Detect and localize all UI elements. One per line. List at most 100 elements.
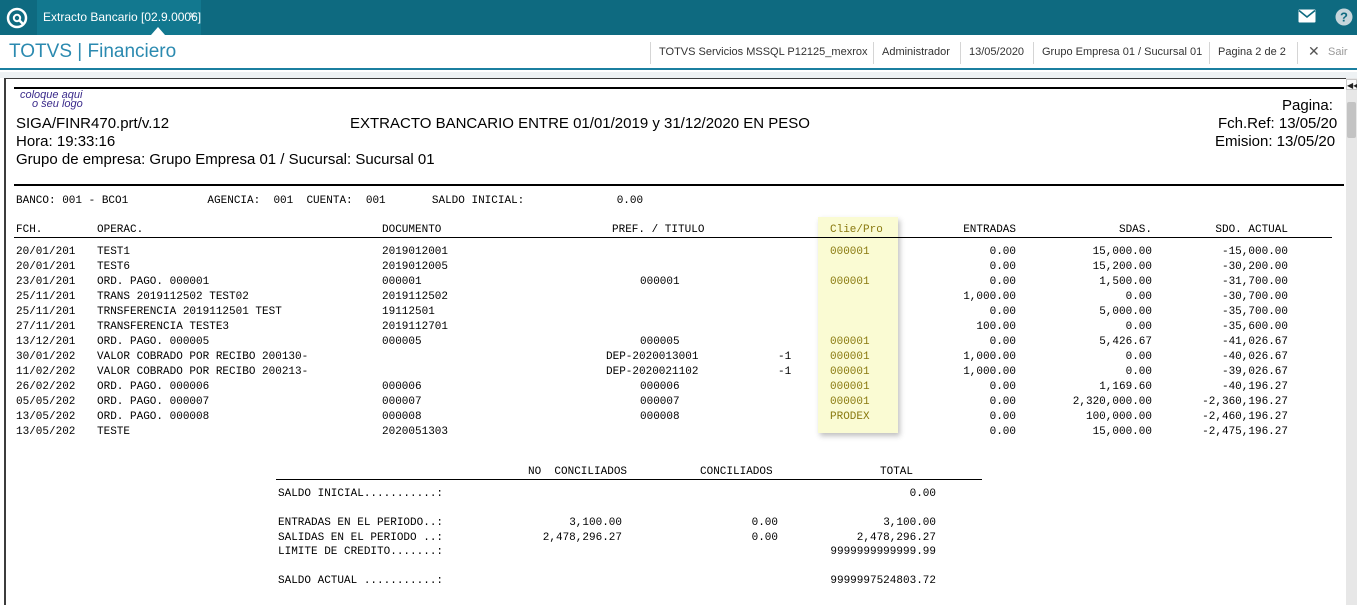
page-number-label: Pagina: — [1282, 97, 1333, 114]
cell-operac: TESTE — [97, 426, 131, 438]
summary-total: 0.00 — [909, 488, 936, 500]
cell-sdas: 15,000.00 — [1092, 246, 1152, 258]
help-icon[interactable]: ? — [1335, 8, 1353, 26]
cell-fch: 13/05/202 — [16, 411, 76, 423]
exit-icon[interactable]: ✕ — [1308, 43, 1320, 60]
cell-sdas: 0.00 — [1125, 321, 1152, 333]
cell-operac: ORD. PAGO. 000008 — [97, 411, 210, 423]
cell-sdas: 1,169.60 — [1099, 381, 1152, 393]
cell-operac: TEST6 — [97, 261, 131, 273]
cell-sdas: 15,000.00 — [1092, 426, 1152, 438]
cell-fch: 11/02/202 — [16, 366, 76, 378]
report-panel: coloque aqui o seu logo Pagina: SIGA/FIN… — [4, 78, 1346, 605]
exit-button[interactable]: Sair — [1328, 46, 1348, 58]
cell-operac: TRANS 2019112502 TEST02 — [97, 291, 249, 303]
cell-entradas: 1,000.00 — [963, 351, 1016, 363]
col-header-entradas: ENTRADAS — [963, 224, 1016, 236]
cell-clie-pro: 000001 — [830, 396, 870, 408]
cell-fch: 13/12/201 — [16, 336, 76, 348]
cell-fch: 25/11/201 — [16, 291, 76, 303]
cell-sdo-actual: -31,700.00 — [1221, 276, 1288, 288]
cell-pref-titulo: DEP-2020013001 — [606, 351, 699, 363]
cell-clie-pro: 000001 — [830, 336, 870, 348]
cell-entradas: 0.00 — [989, 276, 1016, 288]
col-header-sdo-actual: SDO. ACTUAL — [1215, 224, 1288, 236]
cell-sdo-actual: -35,600.00 — [1221, 321, 1288, 333]
program-name: SIGA/FINR470.prt/v.12 — [16, 115, 170, 132]
cell-fch: 25/11/201 — [16, 306, 76, 318]
cell-operac: ORD. PAGO. 000005 — [97, 336, 210, 348]
cell-documento: 000006 — [382, 381, 422, 393]
cell-operac: TRANSFERENCIA TESTE3 — [97, 321, 230, 333]
logo-line-2: o seu logo — [32, 98, 83, 110]
scrollbar-thumb[interactable] — [1347, 102, 1356, 138]
cell-sdas: 2,320,000.00 — [1072, 396, 1152, 408]
cell-pref-titulo: 000007 — [640, 396, 680, 408]
cell-documento: 2019012001 — [382, 246, 449, 258]
cell-sdo-actual: -15,000.00 — [1221, 246, 1288, 258]
cell-fch: 26/02/202 — [16, 381, 76, 393]
user-label: Administrador — [882, 46, 950, 58]
cell-entradas: 0.00 — [989, 246, 1016, 258]
cell-sdo-actual: -41,026.67 — [1221, 336, 1288, 348]
summary-rule — [276, 479, 982, 480]
cell-entradas: 0.00 — [989, 411, 1016, 423]
tab-close-icon[interactable]: × — [189, 8, 196, 22]
summary-header-conciliados: CONCILIADOS — [700, 466, 773, 478]
cell-fch: 20/01/201 — [16, 261, 76, 273]
header-divider — [873, 42, 874, 64]
mail-icon[interactable] — [1298, 9, 1316, 23]
summary-header-total: TOTAL — [880, 466, 914, 478]
scroll-up-icon[interactable]: ◀◀ — [1346, 79, 1357, 90]
cell-pref-titulo: 000001 — [640, 276, 680, 288]
cell-entradas: 1,000.00 — [963, 366, 1016, 378]
summary-label: SALDO ACTUAL ...........: — [278, 575, 444, 587]
summary-label: ENTRADAS EN EL PERIODO..: — [278, 517, 444, 529]
summary-label: SALDO INICIAL...........: — [278, 488, 444, 500]
cell-documento: 2019112701 — [382, 321, 449, 333]
summary-no-conciliados: 3,100.00 — [569, 517, 622, 529]
cell-operac: ORD. PAGO. 000007 — [97, 396, 210, 408]
cell-documento: 000001 — [382, 276, 422, 288]
cell-fch: 30/01/202 — [16, 351, 76, 363]
reference-date: Fch.Ref: 13/05/20 — [1218, 115, 1338, 132]
cell-documento: 000005 — [382, 336, 422, 348]
bank-account-line: BANCO: 001 - BCO1 AGENCIA: 001 CUENTA: 0… — [16, 195, 644, 207]
summary-total: 9999997524803.72 — [830, 575, 936, 587]
cell-sdas: 0.00 — [1125, 291, 1152, 303]
summary-conciliados: 0.00 — [751, 517, 778, 529]
cell-pref-titulo: 000006 — [640, 381, 680, 393]
cell-pref-titulo: 000005 — [640, 336, 680, 348]
vertical-scrollbar[interactable]: ◀◀ — [1346, 78, 1357, 605]
environment-label: TOTVS Servicios MSSQL P12125_mexrox — [659, 46, 868, 58]
summary-label: LIMITE DE CREDITO.......: — [278, 546, 444, 558]
cell-clie-pro: 000001 — [830, 351, 870, 363]
header-divider — [1297, 42, 1298, 64]
cell-fch: 05/05/202 — [16, 396, 76, 408]
cell-parcela: -1 — [778, 366, 792, 378]
date-label: 13/05/2020 — [969, 46, 1025, 58]
cell-documento: 000008 — [382, 411, 422, 423]
app-logo-icon[interactable] — [6, 7, 28, 29]
tab-caret-icon — [151, 27, 165, 35]
top-rule — [14, 87, 1344, 89]
cell-parcela: -1 — [778, 351, 792, 363]
cell-documento: 2019012005 — [382, 261, 449, 273]
cell-sdas: 100,000.00 — [1085, 411, 1152, 423]
cell-sdas: 0.00 — [1125, 366, 1152, 378]
cell-sdo-actual: -2,360,196.27 — [1202, 396, 1288, 408]
cell-fch: 27/11/201 — [16, 321, 76, 333]
cell-sdas: 1,500.00 — [1099, 276, 1152, 288]
tab-extracto-bancario[interactable]: Extracto Bancario [02.9.0006] × — [37, 0, 201, 35]
cell-sdo-actual: -35,700.00 — [1221, 306, 1288, 318]
summary-conciliados: 0.00 — [751, 532, 778, 544]
columns-rule — [14, 237, 1332, 238]
cell-documento: 19112501 — [382, 306, 435, 318]
report-title: EXTRACTO BANCARIO ENTRE 01/01/2019 y 31/… — [350, 115, 810, 132]
cell-operac: ORD. PAGO. 000001 — [97, 276, 210, 288]
cell-sdo-actual: -2,475,196.27 — [1202, 426, 1288, 438]
cell-operac: ORD. PAGO. 000006 — [97, 381, 210, 393]
cell-operac: VALOR COBRADO POR RECIBO 200213- — [97, 366, 309, 378]
cell-operac: TRNSFERENCIA 2019112501 TEST — [97, 306, 282, 318]
cell-operac: TEST1 — [97, 246, 131, 258]
